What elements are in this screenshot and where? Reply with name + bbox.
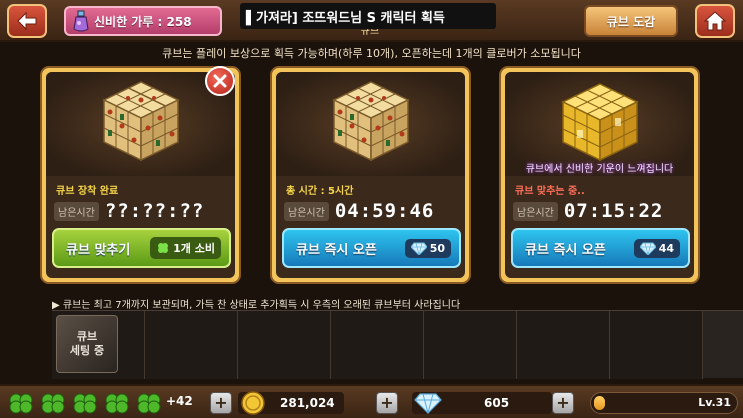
bottom-resource-bar: +42 + 281,024 + 605 + Lv.31 — [0, 384, 743, 418]
gold-coin-icon — [241, 391, 265, 415]
top-bar: 신비한 가루 : 258 ▌가져라] 조뜨워드님 S 캐릭터 획득 큐브 큐브 … — [0, 0, 743, 42]
stored-cube[interactable]: 큐브 세팅 중 — [56, 315, 118, 373]
cube-card-1: 큐브 장착 완료 남은시간 ??:??:?? 큐브 맞추기 1개 소비 — [40, 66, 241, 284]
mahjong-cube-icon — [331, 81, 410, 162]
level-label: Lv.31 — [698, 396, 731, 409]
clover-cost: 1개 소비 — [173, 242, 215, 255]
cube-display — [276, 72, 465, 176]
gem-cost-badge: 44 — [633, 238, 680, 258]
gold-amount: 281,024 — [280, 396, 335, 410]
clover-icon — [105, 393, 129, 414]
gem-cost: 44 — [658, 241, 674, 255]
storage-slot[interactable] — [145, 311, 238, 379]
storage-slot[interactable]: 큐브 세팅 중 — [52, 311, 145, 379]
back-button[interactable] — [7, 4, 47, 38]
storage-slot[interactable] — [424, 311, 517, 379]
gem-amount: 605 — [484, 396, 510, 410]
cube-card-3: 큐브에서 신비한 기운이 느껴집니다 큐브 맞추는 중.. 남은시간 07:15… — [499, 66, 700, 284]
remaining-time-label: 남은시간 — [54, 201, 99, 221]
potion-icon — [73, 10, 89, 32]
instant-open-button[interactable]: 큐브 즉시 오픈 44 — [511, 228, 690, 268]
home-button[interactable] — [695, 4, 735, 38]
mystic-powder-counter: 신비한 가루 : 258 — [64, 6, 222, 36]
add-clover-button[interactable]: + — [210, 392, 232, 414]
solve-cube-button[interactable]: 큐브 맞추기 1개 소비 — [52, 228, 231, 268]
back-arrow-icon — [17, 11, 37, 31]
diamond-icon — [414, 393, 442, 414]
close-icon — [213, 74, 227, 88]
gold-counter: 281,024 — [238, 391, 344, 415]
ticker-text: ▌가져라] 조뜨워드님 S 캐릭터 획득 — [246, 10, 445, 26]
home-icon — [703, 11, 727, 31]
mystic-aura-text: 큐브에서 신비한 기운이 느껴집니다 — [525, 164, 674, 175]
add-gem-button[interactable]: + — [552, 392, 574, 414]
remaining-time-row: 남은시간 07:15:22 — [513, 200, 663, 222]
golden-cube-icon — [560, 83, 639, 162]
cube-storage-slots: 큐브 세팅 중 — [52, 310, 743, 379]
level-exp-bar: Lv.31 — [590, 392, 738, 414]
gem-cost-badge: 50 — [404, 238, 451, 258]
exp-fill — [594, 396, 605, 410]
instant-open-label: 큐브 즉시 오픈 — [296, 242, 377, 258]
instant-open-button[interactable]: 큐브 즉시 오픈 50 — [282, 228, 461, 268]
cube-card-inner: 큐브에서 신비한 기운이 느껴집니다 큐브 맞추는 중.. 남은시간 07:15… — [505, 72, 694, 278]
clover-icon — [73, 393, 97, 414]
remaining-time-row: 남은시간 ??:??:?? — [54, 200, 204, 222]
cube-encyclopedia-label: 큐브 도감 — [606, 14, 656, 29]
cube-encyclopedia-button[interactable]: 큐브 도감 — [584, 5, 678, 37]
remaining-time-label: 남은시간 — [513, 201, 558, 221]
clover-cost-badge: 1개 소비 — [150, 237, 221, 259]
remaining-time-label: 남은시간 — [284, 201, 329, 221]
clover-bonus-count: +42 — [166, 394, 193, 408]
solve-cube-label: 큐브 맞추기 — [66, 242, 131, 258]
remaining-time-row: 남은시간 04:59:46 — [284, 200, 434, 222]
instant-open-label: 큐브 즉시 오픈 — [525, 242, 606, 258]
stored-cube-label: 큐브 세팅 중 — [69, 330, 105, 357]
page-title: 큐브 — [360, 29, 380, 37]
storage-slot[interactable] — [331, 311, 424, 379]
gem-cost: 50 — [429, 241, 445, 255]
cube-status: 큐브 맞추는 중.. — [515, 186, 585, 197]
clover-icon — [41, 393, 65, 414]
remaining-time-value: 04:59:46 — [334, 200, 435, 222]
storage-slot[interactable] — [238, 311, 331, 379]
remaining-time-value: ??:??:?? — [104, 200, 205, 222]
cube-info-notice: 큐브는 플레이 보상으로 획득 가능하며(하루 10개), 오픈하는데 1개의 … — [162, 47, 581, 60]
clover-icon — [137, 393, 161, 414]
cube-card-2: 총 시간 : 5시간 남은시간 04:59:46 큐브 즉시 오픈 50 — [270, 66, 471, 284]
storage-slot[interactable] — [610, 311, 703, 379]
announcement-ticker: ▌가져라] 조뜨워드님 S 캐릭터 획득 — [240, 3, 496, 29]
remaining-time-value: 07:15:22 — [563, 200, 664, 222]
storage-note: ▶ 큐브는 최고 7개까지 보관되며, 가득 찬 상태로 추가획득 시 우측의 … — [52, 300, 461, 311]
mystic-powder-label: 신비한 가루 : 258 — [94, 14, 192, 29]
cube-status: 총 시간 : 5시간 — [286, 186, 354, 197]
clover-icon — [9, 393, 33, 414]
cube-status: 큐브 장착 완료 — [56, 186, 119, 197]
add-gold-button[interactable]: + — [376, 392, 398, 414]
clover-hearts — [6, 392, 164, 414]
remove-cube-button[interactable] — [205, 66, 235, 96]
diamond-icon — [639, 242, 656, 255]
gem-counter: 605 — [412, 392, 552, 414]
cube-card-inner: 총 시간 : 5시간 남은시간 04:59:46 큐브 즉시 오픈 50 — [276, 72, 465, 278]
clover-icon — [158, 243, 169, 253]
cube-card-inner: 큐브 장착 완료 남은시간 ??:??:?? 큐브 맞추기 1개 소비 — [46, 72, 235, 278]
mahjong-cube-icon — [101, 81, 180, 162]
storage-slot[interactable] — [517, 311, 610, 379]
diamond-icon — [410, 242, 427, 255]
